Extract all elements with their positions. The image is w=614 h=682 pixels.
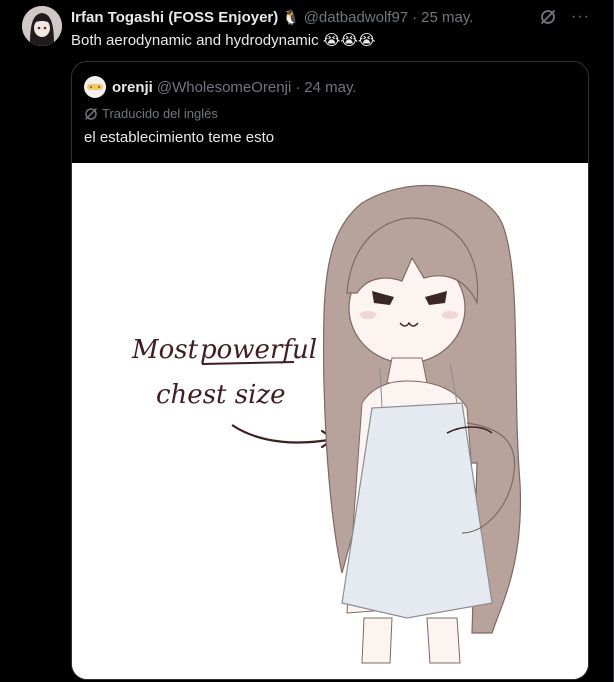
tweet-actions: ··· bbox=[539, 8, 590, 26]
crying-emoji: 😭😭😭 bbox=[322, 32, 376, 49]
author-name[interactable]: Irfan Togashi (FOSS Enjoyer) bbox=[71, 9, 278, 26]
quote-avatar[interactable] bbox=[84, 76, 106, 98]
quote-text: el establecimiento teme esto bbox=[84, 129, 275, 146]
quote-image[interactable]: Most powerful chest size bbox=[72, 163, 588, 679]
caption-most: Most bbox=[131, 335, 199, 365]
quote-author-handle: @WholesomeOrenji bbox=[156, 78, 292, 96]
avatar[interactable] bbox=[22, 6, 62, 46]
quote-author-name: orenji bbox=[112, 78, 153, 96]
grok-icon[interactable] bbox=[539, 8, 557, 26]
tweet-text: Both aerodynamic and hydrodynamic 😭😭😭 bbox=[71, 31, 375, 51]
separator: · bbox=[295, 78, 301, 96]
quoted-tweet[interactable]: orenji @WholesomeOrenji · 24 may. Traduc… bbox=[71, 61, 589, 680]
tweet-body: Both aerodynamic and hydrodynamic bbox=[71, 32, 319, 49]
tweet-header: Irfan Togashi (FOSS Enjoyer) 🐧 @datbadwo… bbox=[71, 7, 594, 27]
caption-chest-size: chest size bbox=[156, 380, 286, 410]
translation-note[interactable]: Traducido del inglés bbox=[84, 106, 218, 121]
translate-icon bbox=[85, 107, 97, 120]
separator: · bbox=[412, 8, 418, 26]
penguin-icon: 🐧 bbox=[282, 8, 300, 25]
quote-header: orenji @WholesomeOrenji · 24 may. bbox=[84, 76, 357, 98]
more-icon[interactable]: ··· bbox=[571, 9, 590, 25]
caption-powerful: powerful bbox=[200, 335, 317, 365]
translation-label: Traducido del inglés bbox=[102, 106, 218, 121]
quote-date: 24 may. bbox=[304, 78, 357, 96]
tweet-date[interactable]: 25 may. bbox=[421, 9, 473, 26]
author-handle[interactable]: @datbadwolf97 bbox=[304, 9, 408, 26]
